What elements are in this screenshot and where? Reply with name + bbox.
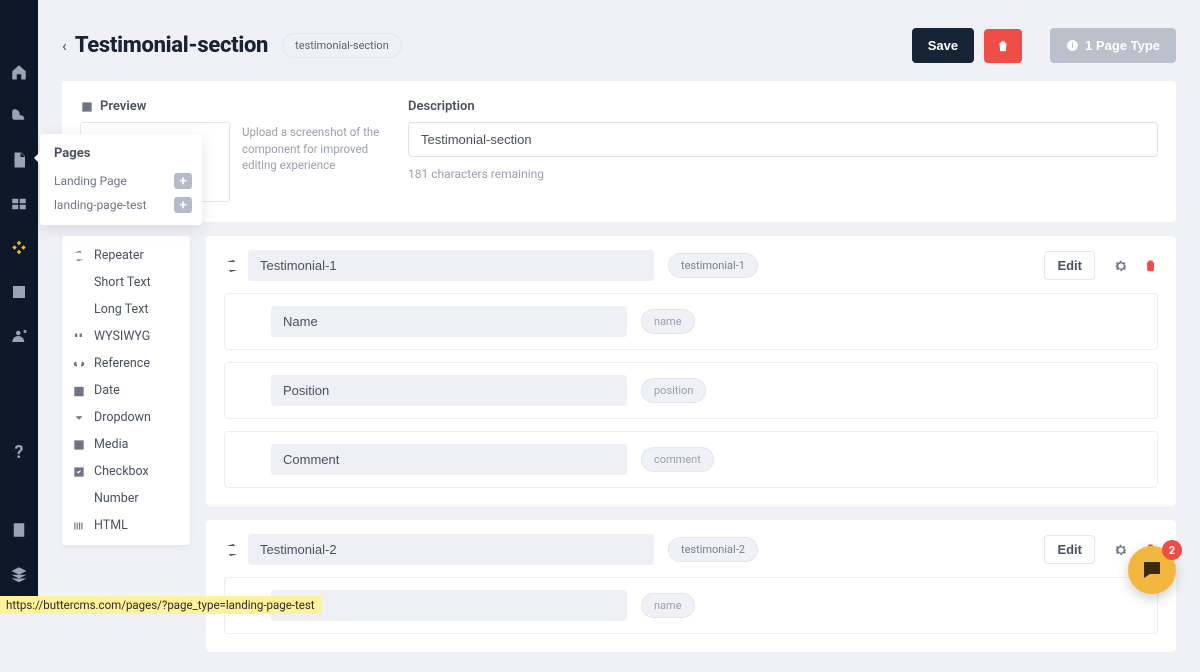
pages-popover-item[interactable]: Landing Page +: [40, 169, 202, 193]
html-icon: [72, 519, 86, 533]
block-slug: testimonial-1: [668, 253, 758, 278]
layers-icon[interactable]: [0, 552, 38, 596]
slug-tag: testimonial-section: [282, 33, 402, 58]
calendar-icon: [72, 384, 86, 398]
field-name-input[interactable]: [271, 590, 627, 621]
trash-icon[interactable]: [1143, 258, 1158, 273]
fieldtype-repeater[interactable]: Repeater: [62, 242, 190, 269]
drag-handle-icon[interactable]: [241, 316, 257, 328]
hash-icon: [72, 492, 86, 506]
save-button[interactable]: Save: [912, 28, 974, 63]
fieldtype-dropdown[interactable]: Dropdown: [62, 404, 190, 431]
intercom-launcher[interactable]: 2: [1128, 546, 1176, 594]
nav-rail: ?: [0, 0, 38, 614]
preview-heading: Preview: [80, 99, 390, 114]
description-label: Description: [408, 99, 1158, 114]
components-icon[interactable]: [0, 226, 38, 270]
field-types-panel: Repeater Short Text Long Text WYSIWYG Re…: [62, 236, 190, 545]
page-type-button[interactable]: i 1 Page Type: [1050, 28, 1176, 63]
repeat-icon: [72, 249, 86, 263]
field-row: comment: [224, 431, 1158, 488]
quote-icon: [72, 330, 86, 344]
field-row: name: [224, 577, 1158, 634]
description-helper: 181 characters remaining: [408, 167, 1158, 181]
back-button[interactable]: ‹: [62, 36, 75, 55]
help-icon[interactable]: ?: [0, 430, 38, 474]
fieldtype-number[interactable]: Number: [62, 485, 190, 512]
edit-button[interactable]: Edit: [1044, 535, 1095, 564]
fieldtype-short-text[interactable]: Short Text: [62, 269, 190, 296]
field-row: position: [224, 362, 1158, 419]
link-icon: [72, 357, 86, 371]
check-icon: [72, 465, 86, 479]
page-title: Testimonial-section: [75, 33, 268, 58]
fieldtype-media[interactable]: Media: [62, 431, 190, 458]
page-header: ‹ Testimonial-section testimonial-sectio…: [62, 28, 1176, 63]
fieldtype-date[interactable]: Date: [62, 377, 190, 404]
pages-popover-item[interactable]: landing-page-test +: [40, 193, 202, 217]
gear-icon[interactable]: [1113, 542, 1129, 558]
fieldtype-wysiwyg[interactable]: WYSIWYG: [62, 323, 190, 350]
long-text-icon: [72, 303, 86, 317]
fieldtype-reference[interactable]: Reference: [62, 350, 190, 377]
gear-icon[interactable]: [1113, 258, 1129, 274]
block-slug: testimonial-2: [668, 537, 758, 562]
delete-button[interactable]: [984, 29, 1022, 63]
field-name-input[interactable]: [271, 444, 627, 475]
image-icon: [72, 438, 86, 452]
fieldtype-long-text[interactable]: Long Text: [62, 296, 190, 323]
field-name-input[interactable]: [271, 306, 627, 337]
edit-button[interactable]: Edit: [1044, 251, 1095, 280]
description-input[interactable]: [408, 122, 1158, 157]
media-icon[interactable]: [0, 270, 38, 314]
preview-hint: Upload a screenshot of the component for…: [242, 122, 390, 174]
field-slug: name: [641, 593, 695, 618]
notification-badge: 2: [1162, 540, 1182, 560]
add-page-icon[interactable]: +: [174, 197, 192, 213]
blog-icon[interactable]: [0, 94, 38, 138]
drag-handle-icon[interactable]: [241, 454, 257, 466]
svg-text:i: i: [1072, 41, 1074, 50]
block-title-input[interactable]: [248, 250, 654, 281]
collections-icon[interactable]: [0, 182, 38, 226]
drag-handle-icon[interactable]: [241, 385, 257, 397]
pages-popover-item-label: landing-page-test: [54, 198, 147, 212]
pages-popover: Pages Landing Page + landing-page-test +: [40, 134, 202, 225]
add-page-icon[interactable]: +: [174, 173, 192, 189]
short-text-icon: [72, 276, 86, 290]
block-title-input[interactable]: [248, 534, 654, 565]
fieldtype-checkbox[interactable]: Checkbox: [62, 458, 190, 485]
url-preview: https://buttercms.com/pages/?page_type=l…: [0, 596, 321, 614]
pages-popover-item-label: Landing Page: [54, 174, 127, 188]
pages-icon[interactable]: [0, 138, 38, 182]
repeat-icon: [224, 258, 240, 274]
chevron-down-icon: [72, 411, 86, 425]
home-icon[interactable]: [0, 50, 38, 94]
field-slug: position: [641, 378, 706, 403]
repeater-block: testimonial-2 Edit name: [206, 520, 1176, 652]
docs-icon[interactable]: [0, 508, 38, 552]
field-name-input[interactable]: [271, 375, 627, 406]
field-row: name: [224, 293, 1158, 350]
users-icon[interactable]: [0, 314, 38, 358]
field-slug: comment: [641, 447, 714, 472]
pages-popover-title: Pages: [40, 144, 202, 169]
fieldtype-html[interactable]: HTML: [62, 512, 190, 539]
repeater-block: testimonial-1 Edit name position: [206, 236, 1176, 506]
field-slug: name: [641, 309, 695, 334]
repeat-icon: [224, 542, 240, 558]
